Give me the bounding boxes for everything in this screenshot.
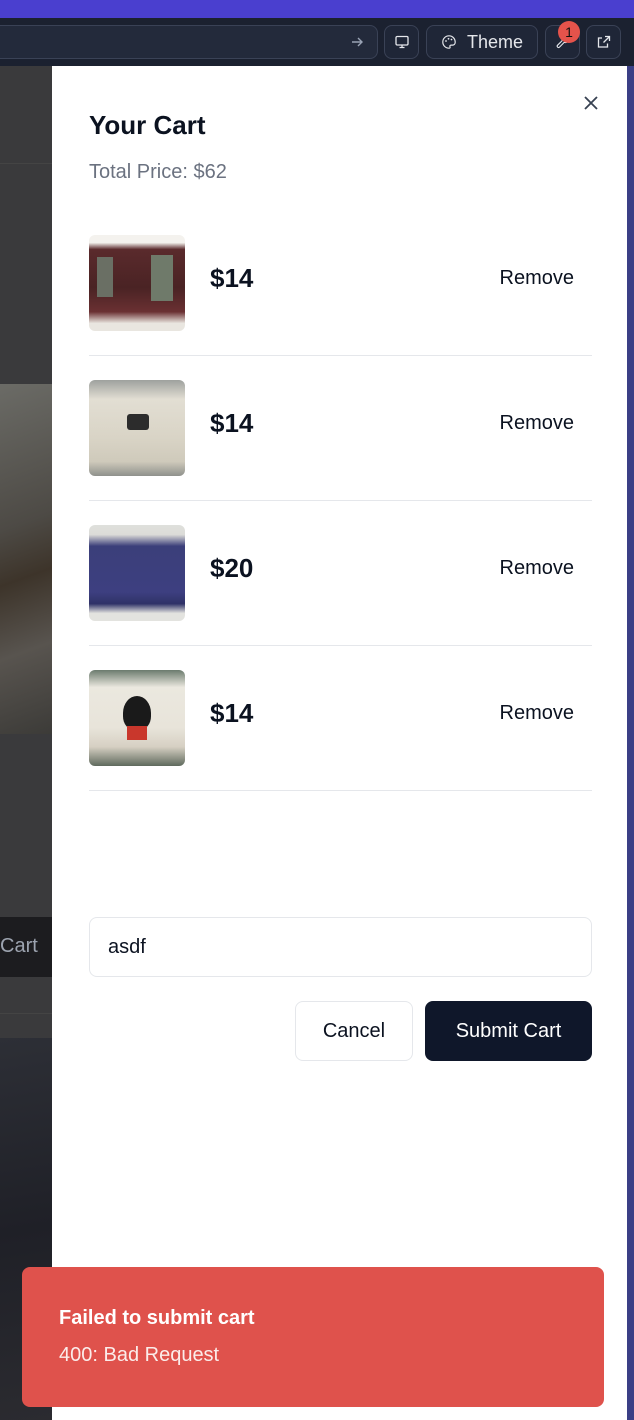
monitor-icon <box>394 35 409 49</box>
remove-item-button[interactable]: Remove <box>500 557 574 580</box>
remove-item-button[interactable]: Remove <box>500 702 574 725</box>
item-price: $14 <box>210 698 254 728</box>
device-preview-button[interactable] <box>384 25 419 59</box>
close-icon[interactable] <box>582 94 600 112</box>
external-link-icon <box>597 35 610 48</box>
background-cart-button: Cart <box>0 917 52 977</box>
item-price: $14 <box>210 263 254 293</box>
item-price: $20 <box>210 553 254 583</box>
product-thumbnail <box>89 525 185 621</box>
preview-toolbar: Theme <box>0 18 634 66</box>
remove-item-button[interactable]: Remove <box>500 412 574 435</box>
cart-item: $14 Remove <box>89 646 592 791</box>
cart-item: $20 Remove <box>89 501 592 646</box>
toast-title: Failed to submit cart <box>59 1307 255 1329</box>
product-thumbnail <box>89 235 185 331</box>
open-external-button[interactable] <box>586 25 621 59</box>
arrow-right-icon[interactable] <box>349 34 365 50</box>
background-page-overlay: Cart <box>0 66 52 1420</box>
notification-badge: 1 <box>558 21 580 43</box>
toast-description: 400: Bad Request <box>59 1344 220 1366</box>
product-thumbnail <box>89 670 185 766</box>
submit-cart-button[interactable]: Submit Cart <box>425 1001 592 1061</box>
url-bar[interactable] <box>0 25 378 59</box>
background-cart-label: Cart <box>0 935 38 957</box>
cart-note-input[interactable] <box>89 917 592 977</box>
palette-icon <box>442 35 456 49</box>
cart-total-price: Total Price: $62 <box>89 161 227 183</box>
theme-button-label: Theme <box>466 31 524 52</box>
cart-item: $14 Remove <box>89 211 592 356</box>
divider <box>0 163 52 164</box>
remove-item-button[interactable]: Remove <box>500 267 574 290</box>
window-top-strip <box>0 0 634 18</box>
theme-button[interactable]: Theme <box>426 25 538 59</box>
page-edge <box>627 66 634 1420</box>
background-product-image <box>0 384 52 734</box>
divider <box>0 1013 52 1014</box>
error-toast[interactable]: Failed to submit cart 400: Bad Request <box>22 1267 604 1407</box>
cart-sheet: Your Cart Total Price: $62 $14 Remove $1… <box>52 66 627 1420</box>
product-thumbnail <box>89 380 185 476</box>
cart-item: $14 Remove <box>89 356 592 501</box>
cart-title: Your Cart <box>89 110 206 140</box>
cancel-button[interactable]: Cancel <box>295 1001 413 1061</box>
item-price: $14 <box>210 408 254 438</box>
